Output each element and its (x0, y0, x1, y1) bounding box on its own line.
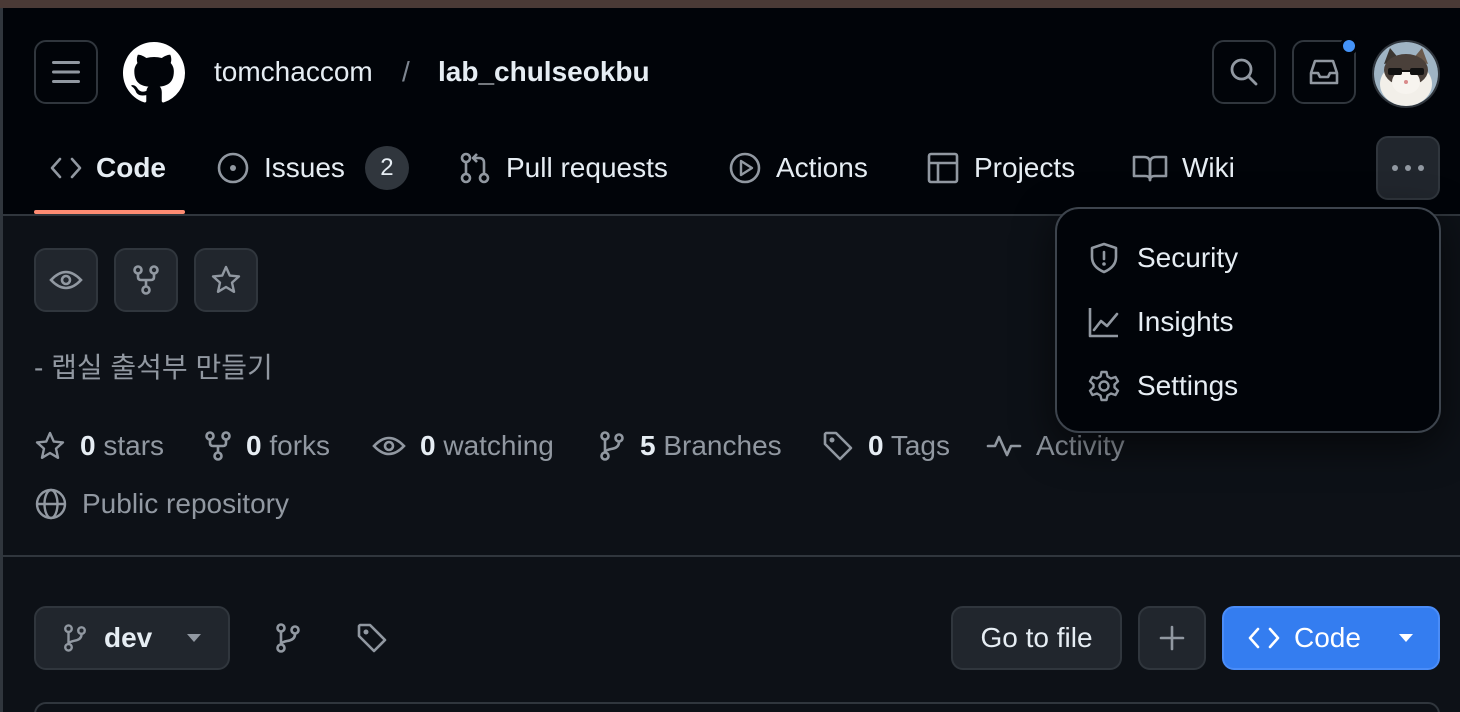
menu-item-insights[interactable]: Insights (1087, 300, 1234, 344)
menu-item-label: Security (1137, 242, 1239, 273)
stars-label: stars (103, 430, 165, 461)
tab-label: Issues (264, 152, 345, 183)
issues-count-badge: 2 (364, 146, 409, 190)
active-tab-underline (34, 210, 185, 214)
triangle-down-icon (1399, 634, 1413, 642)
tag-icon (357, 623, 387, 653)
branch-selector[interactable]: dev (34, 606, 230, 670)
repo-name-link[interactable]: lab_chulseokbu (438, 52, 650, 92)
watching-count: 0 (420, 430, 436, 461)
watching-link[interactable]: 0 watching (372, 426, 554, 466)
book-icon (1132, 155, 1168, 182)
star-icon (35, 431, 65, 459)
tab-pull-requests[interactable]: Pull requests (458, 140, 668, 196)
fork-button[interactable] (114, 248, 178, 312)
issue-opened-icon (217, 152, 249, 184)
gear-icon (1088, 370, 1120, 402)
visibility-info: Public repository (34, 484, 289, 524)
git-branch-icon (600, 431, 624, 461)
repo-forked-icon (133, 265, 159, 295)
branch-name: dev (104, 622, 153, 653)
play-icon (729, 152, 761, 184)
globe-icon (35, 488, 67, 520)
forks-link[interactable]: 0 forks (204, 426, 330, 466)
stars-count: 0 (80, 430, 96, 461)
eye-icon (372, 436, 406, 456)
branches-link[interactable]: 5 Branches (598, 426, 782, 466)
avatar[interactable] (1372, 40, 1440, 108)
git-branch-icon (276, 623, 300, 653)
graph-icon (1088, 308, 1119, 338)
tab-label: Wiki (1182, 152, 1235, 183)
branches-label: Branches (663, 430, 782, 461)
tab-label: Pull requests (506, 152, 668, 183)
window-left-edge (0, 8, 3, 712)
tab-projects[interactable]: Projects (926, 140, 1075, 196)
code-button-label: Code (1294, 622, 1361, 653)
menu-button[interactable] (34, 40, 98, 104)
tab-label: Projects (974, 152, 1076, 183)
tags-link[interactable]: 0 Tags (822, 426, 950, 466)
menu-item-label: Insights (1137, 306, 1234, 337)
tab-issues[interactable]: Issues 2 (216, 140, 409, 196)
menu-item-label: Settings (1137, 370, 1239, 401)
watch-button[interactable] (34, 248, 98, 312)
more-tabs-button[interactable] (1376, 136, 1440, 200)
tags-button[interactable] (352, 618, 392, 658)
cat-avatar-icon (1374, 42, 1438, 106)
tags-label: Tags (890, 430, 951, 461)
browser-top-strip (0, 0, 1460, 8)
stars-link[interactable]: 0 stars (34, 426, 164, 466)
table-icon (927, 152, 959, 184)
menu-item-security[interactable]: Security (1087, 236, 1238, 280)
tags-count: 0 (868, 430, 884, 461)
tab-label: Actions (776, 152, 868, 183)
inbox-icon (1309, 59, 1339, 85)
section-divider (0, 555, 1460, 557)
triangle-down-icon (187, 634, 201, 642)
code-dropdown-button[interactable]: Code (1222, 606, 1440, 670)
tag-icon (823, 431, 853, 461)
star-button[interactable] (194, 248, 258, 312)
add-file-button[interactable] (1138, 606, 1206, 670)
forks-label: forks (269, 430, 331, 461)
hamburger-icon (52, 61, 80, 83)
tab-wiki[interactable]: Wiki (1132, 140, 1235, 196)
git-branch-icon (64, 624, 86, 652)
code-icon (50, 157, 82, 179)
search-button[interactable] (1212, 40, 1276, 104)
star-icon (211, 265, 241, 293)
eye-icon (49, 270, 83, 290)
go-to-file-button[interactable]: Go to file (951, 606, 1122, 670)
tab-code[interactable]: Code (50, 140, 166, 196)
search-icon (1230, 58, 1258, 86)
file-list-container (34, 702, 1440, 712)
repo-forked-icon (205, 431, 231, 461)
forks-count: 0 (246, 430, 262, 461)
activity-label: Activity (1036, 430, 1125, 461)
menu-item-settings[interactable]: Settings (1087, 364, 1238, 408)
watching-label: watching (443, 430, 554, 461)
github-logo-icon[interactable] (123, 42, 185, 104)
repo-owner-link[interactable]: tomchaccom (214, 52, 373, 92)
kebab-horizontal-icon (1392, 165, 1424, 171)
pulse-icon (986, 435, 1022, 457)
repo-description: - 랩실 출석부 만들기 (34, 352, 273, 383)
visibility-label: Public repository (82, 488, 289, 519)
more-tabs-menu: Security Insights Settings (1055, 207, 1441, 433)
shield-icon (1090, 242, 1118, 274)
breadcrumb-separator: / (402, 56, 410, 87)
notification-indicator (1340, 37, 1358, 55)
git-pull-request-icon (460, 152, 490, 184)
tab-actions[interactable]: Actions (728, 140, 868, 196)
plus-icon (1159, 625, 1185, 651)
code-icon (1248, 627, 1280, 649)
tab-label: Code (96, 152, 166, 183)
branches-button[interactable] (268, 618, 308, 658)
branches-count: 5 (640, 430, 656, 461)
